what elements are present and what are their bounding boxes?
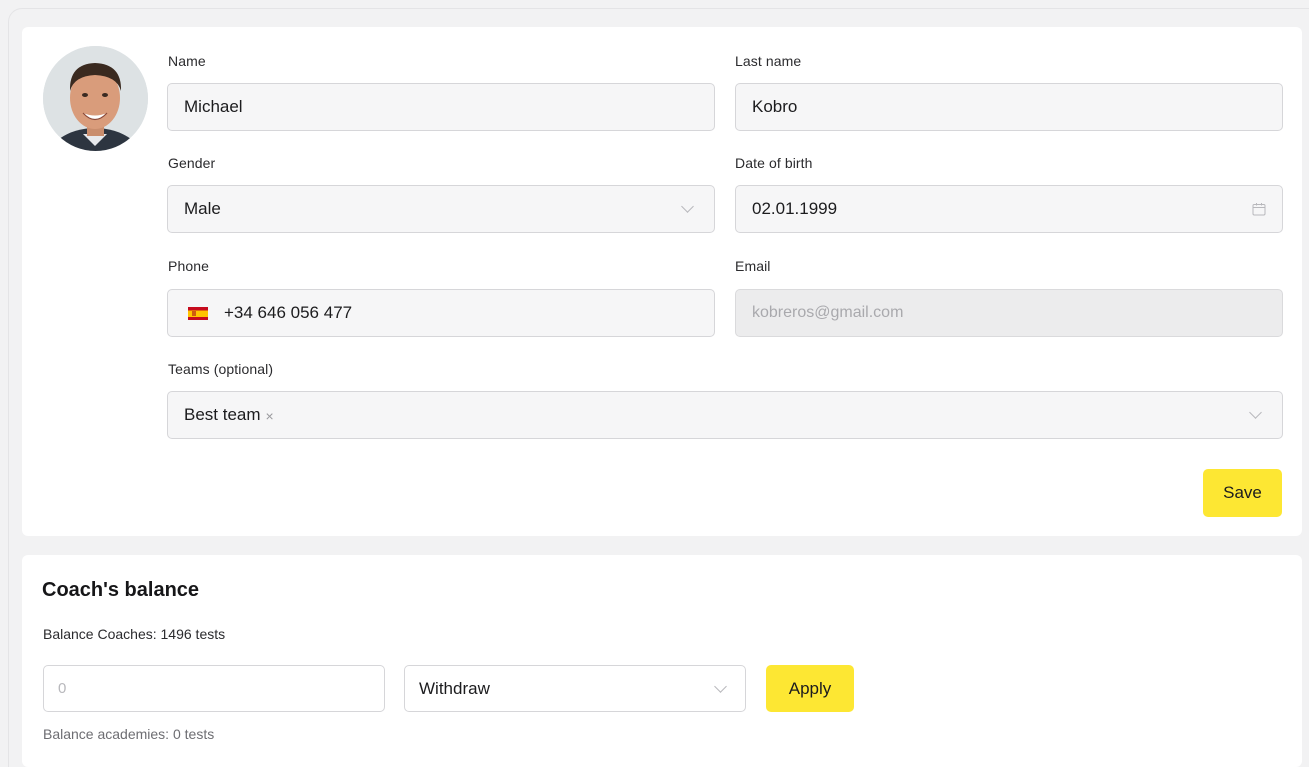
apply-button[interactable]: Apply xyxy=(766,665,854,712)
balance-card: Coach's balance Balance Coaches: 1496 te… xyxy=(22,555,1302,767)
teams-select[interactable]: Best team × xyxy=(167,391,1283,439)
team-tag: Best team × xyxy=(184,405,1251,425)
amount-input[interactable]: 0 xyxy=(43,665,385,712)
team-tag-label: Best team xyxy=(184,405,261,424)
remove-tag-icon[interactable]: × xyxy=(266,408,274,424)
avatar-image xyxy=(43,46,148,151)
name-field[interactable]: Michael xyxy=(167,83,715,131)
date-of-birth-value: 02.01.1999 xyxy=(752,199,838,218)
teams-label: Teams (optional) xyxy=(168,361,274,377)
email-value: kobreros@gmail.com xyxy=(752,304,904,321)
phone-field[interactable]: +34 646 056 477 xyxy=(167,289,715,337)
gender-label: Gender xyxy=(168,155,216,171)
action-select[interactable]: Withdraw xyxy=(404,665,746,712)
name-label: Name xyxy=(168,53,206,69)
last-name-value: Kobro xyxy=(752,97,798,116)
action-value: Withdraw xyxy=(419,678,490,698)
avatar[interactable] xyxy=(43,46,148,151)
email-field: kobreros@gmail.com xyxy=(735,289,1283,337)
date-of-birth-label: Date of birth xyxy=(735,155,813,171)
chevron-down-icon xyxy=(714,679,727,693)
balance-coaches-text: Balance Coaches: 1496 tests xyxy=(43,626,226,642)
email-label: Email xyxy=(735,258,771,274)
name-value: Michael xyxy=(184,97,243,116)
profile-card: Name Michael Last name Kobro Gender Male… xyxy=(22,27,1302,536)
chevron-down-icon xyxy=(681,200,694,213)
calendar-icon[interactable] xyxy=(1252,202,1266,216)
balance-academies-text: Balance academies: 0 tests xyxy=(43,726,215,742)
last-name-field[interactable]: Kobro xyxy=(735,83,1283,131)
last-name-label: Last name xyxy=(735,53,802,69)
gender-select[interactable]: Male xyxy=(167,185,715,233)
phone-label: Phone xyxy=(168,258,209,274)
phone-value: +34 646 056 477 xyxy=(224,303,353,322)
date-of-birth-field[interactable]: 02.01.1999 xyxy=(735,185,1283,233)
save-button[interactable]: Save xyxy=(1203,469,1282,517)
gender-value: Male xyxy=(184,199,221,218)
amount-placeholder: 0 xyxy=(58,680,67,697)
chevron-down-icon xyxy=(1249,406,1262,419)
balance-title: Coach's balance xyxy=(42,579,200,601)
spain-flag-icon[interactable] xyxy=(188,306,208,320)
